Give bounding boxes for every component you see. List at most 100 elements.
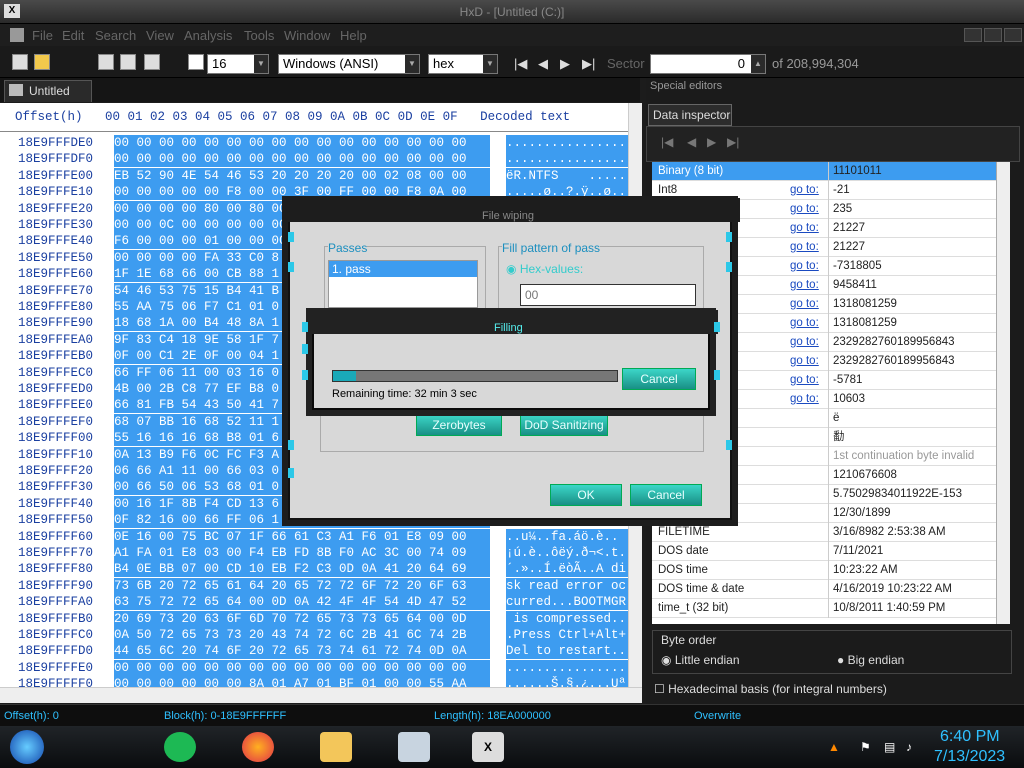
inspector-value[interactable]: 10603 [828,390,996,409]
inspector-scrollbar[interactable] [996,162,1010,624]
inspector-value[interactable]: 10/8/2011 1:40:59 PM [828,599,996,618]
zerobytes-button[interactable]: Zerobytes [416,414,502,436]
row-decoded[interactable]: ´.»..Í.ëòÃ..A di [506,561,628,578]
hxd-taskbar-icon[interactable]: X [472,732,504,762]
save-all-icon[interactable] [120,54,136,70]
row-bytes[interactable]: B4 0E BB 07 00 CD 10 EB F2 C3 0D 0A 41 2… [114,561,490,578]
goto-link[interactable]: go to: [790,393,819,405]
save-icon[interactable] [98,54,114,70]
clock-time[interactable]: 6:40 PM [940,728,1000,746]
app-tray-icon[interactable]: ▲ [828,740,840,754]
inspector-value[interactable]: 10:23:22 AM [828,561,996,580]
inspector-value[interactable]: 2329282760189956843 [828,333,996,352]
inspector-value[interactable]: -5781 [828,371,996,390]
row-bytes[interactable]: 00 00 00 00 00 00 00 00 00 00 00 00 00 0… [114,135,490,151]
hex-row[interactable]: 18E9FFFF90 73 6B 20 72 65 61 64 20 65 72 … [0,577,628,594]
hex-row[interactable]: 18E9FFFE00 EB 52 90 4E 54 46 53 20 20 20 … [0,167,628,184]
close-file-icon[interactable] [144,54,160,70]
tab-data-inspector[interactable]: Data inspector [648,104,732,126]
row-bytes[interactable]: EB 52 90 4E 54 46 53 20 20 20 20 00 02 0… [114,167,490,184]
goto-link[interactable]: go to: [790,241,819,253]
passes-list[interactable]: 1. pass [328,260,478,308]
hex-row[interactable]: 18E9FFFFA0 63 75 72 72 65 64 00 0D 0A 42 … [0,594,628,611]
inspector-value[interactable]: 勫 [828,428,996,447]
row-bytes[interactable]: 73 6B 20 72 65 61 64 20 65 72 72 6F 72 2… [114,577,490,594]
row-decoded[interactable]: curred...BOOTMGR [506,594,628,611]
menu-window[interactable]: Window [284,28,330,43]
inspector-value[interactable]: 5.75029834011922E-153 [828,485,996,504]
wipe-cancel-button[interactable]: Cancel [630,484,702,506]
inspector-value[interactable]: 1318081259 [828,314,996,333]
hex-values-radio[interactable]: ◉ Hex-values: [506,262,583,276]
next-sector-icon[interactable]: ▶ [560,56,570,72]
big-endian-radio[interactable]: ● Big endian [837,653,904,667]
last-icon[interactable]: ▶| [727,135,739,149]
inspector-value[interactable]: 12/30/1899 [828,504,996,523]
pass-item[interactable]: 1. pass [329,261,477,277]
goto-link[interactable]: go to: [790,184,819,196]
hxd-app-icon[interactable]: X [4,4,20,18]
restore-button[interactable] [984,28,1002,42]
minimize-button[interactable] [964,28,982,42]
inspector-value[interactable]: 9458411 [828,276,996,295]
close-button[interactable] [1004,28,1022,42]
menu-analysis[interactable]: Analysis [184,28,232,43]
filling-cancel-button[interactable]: Cancel [622,368,696,390]
last-sector-icon[interactable]: ▶| [582,56,595,72]
row-decoded[interactable]: ëR.NTFS ..... [506,167,628,184]
menu-help[interactable]: Help [340,28,367,43]
inspector-value[interactable]: 21227 [828,238,996,257]
goto-link[interactable]: go to: [790,355,819,367]
row-decoded[interactable]: .Press Ctrl+Alt+ [506,627,628,643]
inspector-value[interactable]: 1210676608 [828,466,996,485]
hex-horizontal-scrollbar[interactable] [0,687,642,703]
inspector-value[interactable]: ë [828,409,996,428]
little-endian-radio[interactable]: ◉ Little endian [661,653,740,667]
dod-sanitizing-button[interactable]: DoD Sanitizing [520,414,608,436]
row-bytes[interactable]: 63 75 72 72 65 64 00 0D 0A 42 4F 4F 54 4… [114,594,490,611]
hex-row[interactable]: 18E9FFFFE0 00 00 00 00 00 00 00 00 00 00 … [0,659,628,676]
hex-values-input[interactable]: 00 [520,284,696,306]
row-decoded[interactable]: ................ [506,151,628,168]
row-decoded[interactable]: ¡ú.è..ôëý.ð¬<.t. [506,545,628,561]
goto-link[interactable]: go to: [790,203,819,215]
goto-link[interactable]: go to: [790,374,819,386]
menu-view[interactable]: View [146,28,174,43]
hex-row[interactable]: 18E9FFFDF0 00 00 00 00 00 00 00 00 00 00 … [0,151,628,168]
charset-select[interactable]: Windows (ANSI) ▼ [278,54,420,74]
row-bytes[interactable]: A1 FA 01 E8 03 00 F4 EB FD 8B F0 AC 3C 0… [114,545,490,561]
hex-basis-checkbox[interactable]: ☐ Hexadecimal basis (for integral number… [654,682,887,696]
inspector-row[interactable]: DOS date 7/11/2021 [652,542,996,561]
goto-link[interactable]: go to: [790,260,819,272]
first-sector-icon[interactable]: |◀ [514,56,527,72]
open-folder-icon[interactable] [34,54,50,70]
goto-link[interactable]: go to: [790,336,819,348]
hex-row[interactable]: 18E9FFFF60 0E 16 00 75 BC 07 1F 66 61 C3 … [0,528,628,545]
bytes-per-row-select[interactable]: 16 ▼ [207,54,269,74]
row-bytes[interactable]: 0E 16 00 75 BC 07 1F 66 61 C3 A1 F6 01 E… [114,528,490,545]
next-icon[interactable]: ▶ [707,135,716,149]
volume-icon[interactable]: ♪ [906,740,912,754]
inspector-row[interactable]: DOS time & date 4/16/2019 10:23:22 AM [652,580,996,599]
document-icon[interactable] [10,28,24,42]
row-decoded[interactable]: Del to restart.. [506,643,628,660]
inspector-row[interactable]: time_t (32 bit) 10/8/2011 1:40:59 PM [652,599,996,618]
inspector-value[interactable]: 1318081259 [828,295,996,314]
row-decoded[interactable]: sk read error oc [506,577,628,594]
inspector-value[interactable]: 1st continuation byte invalid [828,447,996,466]
sector-input[interactable]: 0 ▲ [650,54,766,74]
hex-row[interactable]: 18E9FFFFC0 0A 50 72 65 73 73 20 43 74 72 … [0,627,628,643]
row-bytes[interactable]: 0A 50 72 65 73 73 20 43 74 72 6C 2B 41 6… [114,627,490,643]
firefox-icon[interactable] [242,732,274,762]
prev-sector-icon[interactable]: ◀ [538,56,548,72]
inspector-value[interactable]: 11101011 [828,162,996,181]
row-decoded[interactable]: ................ [506,135,628,151]
row-decoded[interactable]: ..u¼..fa.áö.è.. [506,528,628,545]
ok-button[interactable]: OK [550,484,622,506]
inspector-row[interactable]: DOS time 10:23:22 AM [652,561,996,580]
hex-row[interactable]: 18E9FFFFB0 20 69 73 20 63 6F 6D 70 72 65 … [0,610,628,627]
menu-search[interactable]: Search [95,28,136,43]
hex-row[interactable]: 18E9FFFF80 B4 0E BB 07 00 CD 10 EB F2 C3 … [0,561,628,578]
inspector-value[interactable]: 2329282760189956843 [828,352,996,371]
row-bytes[interactable]: 20 69 73 20 63 6F 6D 70 72 65 73 73 65 6… [114,610,490,627]
